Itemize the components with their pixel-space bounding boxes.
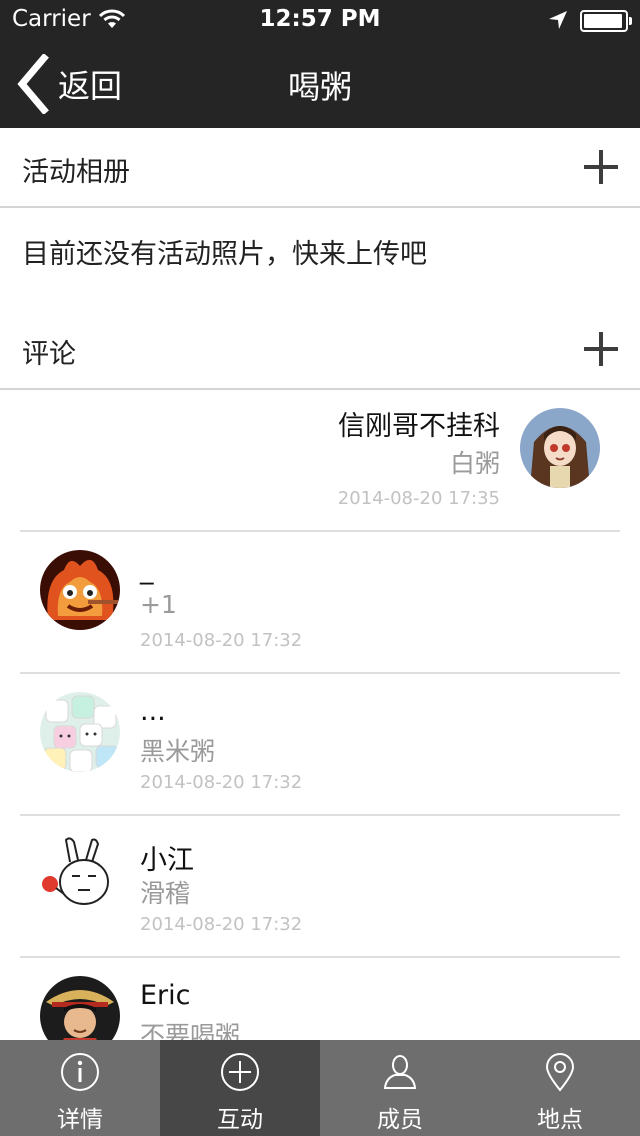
avatar[interactable] (40, 834, 120, 914)
plus-circle-icon (221, 1053, 259, 1091)
tab-location[interactable]: 地点 (480, 1040, 640, 1136)
back-label: 返回 (58, 67, 123, 105)
back-button[interactable]: 返回 (14, 52, 122, 116)
chevron-left-icon (17, 54, 49, 114)
album-title: 活动相册 (22, 157, 130, 188)
tab-interaction-label: 互动 (217, 1107, 263, 1133)
battery-icon (580, 10, 632, 32)
avatar-rabbit-image (40, 834, 120, 914)
album-header: 活动相册 (0, 128, 640, 208)
album-divider (0, 206, 640, 208)
comment-author: 信刚哥不挂科 (338, 411, 500, 442)
comment-time: 2014-08-20 17:32 (140, 772, 303, 793)
navigation-bar: Carrier 12:57 PM 返回 喝粥 (0, 0, 640, 128)
status-bar: Carrier 12:57 PM (0, 0, 640, 40)
tab-bar: 详情 互动 成员 地点 (0, 1040, 640, 1136)
avatar[interactable] (40, 692, 120, 772)
comment-author: _ (140, 554, 154, 585)
tab-details[interactable]: 详情 (0, 1040, 160, 1136)
location-arrow-icon (549, 11, 567, 29)
comment-item[interactable]: 信刚哥不挂科 白粥 2014-08-20 17:35 (0, 390, 640, 532)
tab-members-label: 成员 (377, 1107, 423, 1133)
comment-text: 黑米粥 (140, 737, 216, 766)
battery-fill (584, 14, 622, 28)
status-time: 12:57 PM (259, 6, 381, 32)
tab-location-label: 地点 (537, 1107, 583, 1133)
comment-time: 2014-08-20 17:32 (140, 630, 303, 651)
avatar[interactable] (40, 550, 120, 630)
location-pin-icon (545, 1053, 575, 1092)
comment-text: +1 (140, 590, 177, 619)
comment-text: 滑稽 (140, 879, 191, 908)
comment-author: Eric (140, 980, 191, 1011)
comment-author: 小江 (140, 845, 194, 876)
avatar-fire-demon-image (40, 550, 120, 630)
comment-item[interactable]: 小江 滑稽 2014-08-20 17:32 (0, 816, 640, 958)
comments-header: 评论 (0, 310, 640, 390)
album-empty-text: 目前还没有活动照片，快来上传吧 (22, 239, 427, 270)
comment-author: ... (140, 696, 166, 727)
avatar[interactable] (520, 408, 600, 488)
comment-time: 2014-08-20 17:32 (140, 914, 303, 935)
avatar-marshmallow-image (40, 692, 120, 772)
comment-text: 白粥 (449, 449, 500, 478)
tab-interaction[interactable]: 互动 (160, 1040, 320, 1136)
comment-item[interactable]: _ +1 2014-08-20 17:32 (0, 532, 640, 674)
tab-details-label: 详情 (57, 1107, 103, 1133)
app-screen: Carrier 12:57 PM 返回 喝粥 活动相册 目前还没有活动照片，快来… (0, 0, 640, 1136)
comment-item[interactable]: ... 黑米粥 2014-08-20 17:32 (0, 674, 640, 816)
comments-title: 评论 (22, 339, 76, 370)
avatar-girl-image (520, 408, 600, 488)
add-comment-button[interactable] (584, 332, 618, 366)
tab-members[interactable]: 成员 (320, 1040, 480, 1136)
info-icon (61, 1053, 99, 1091)
comment-time: 2014-08-20 17:35 (337, 488, 500, 509)
person-icon (383, 1055, 417, 1089)
add-photo-button[interactable] (584, 150, 618, 184)
